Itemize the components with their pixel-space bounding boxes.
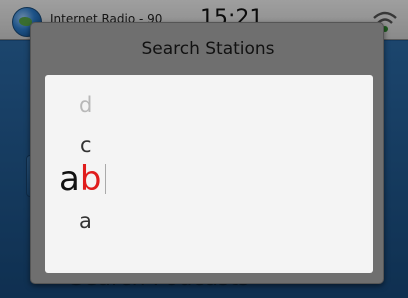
typed-text: a: [59, 159, 80, 199]
character-picker-panel[interactable]: d c ab a: [45, 75, 373, 273]
search-stations-dialog: Search Stations d c ab a: [30, 22, 384, 284]
picker-letter-prev-far[interactable]: d: [79, 93, 92, 117]
dialog-title: Search Stations: [141, 39, 275, 59]
current-letter: b: [79, 159, 102, 199]
character-roller[interactable]: d c ab a: [45, 75, 373, 273]
picker-letter-next[interactable]: a: [79, 209, 92, 233]
device-screen: Internet Radio - 90 15:21 Search Podcast…: [0, 0, 408, 298]
picker-letter-prev[interactable]: c: [80, 133, 92, 157]
search-text-entry[interactable]: ab: [59, 159, 107, 199]
text-cursor: [105, 164, 107, 194]
